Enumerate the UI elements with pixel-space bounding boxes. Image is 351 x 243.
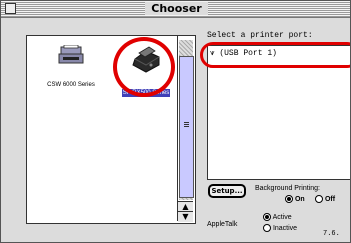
device-label: CSW 6000 Series (47, 82, 95, 88)
version-label: 7.6. (323, 230, 340, 238)
scroll-grip (184, 122, 189, 128)
appletalk-label: AppleTalk (207, 221, 238, 228)
appletalk-inactive[interactable]: Inactive (263, 224, 297, 232)
radio-inactive-icon[interactable] (263, 224, 271, 232)
highlight-circle-port (200, 42, 350, 68)
printer-icon (58, 44, 84, 64)
scroll-down-arrow-icon[interactable]: ▼ (178, 211, 193, 222)
scroll-thumb[interactable] (179, 56, 194, 198)
background-printing-label: Background Printing: (255, 185, 320, 192)
window-title: Chooser (1, 2, 350, 15)
device-item-csw6000[interactable]: CSW 6000 Series (31, 44, 111, 90)
radio-on-icon[interactable] (285, 195, 293, 203)
background-printing-on[interactable]: On (285, 195, 305, 203)
chooser-window: Chooser CSW 6000 Series SP RX500 Series … (0, 0, 351, 243)
radio-off-icon[interactable] (315, 195, 323, 203)
setup-button[interactable]: Setup... (208, 184, 246, 198)
background-printing-off[interactable]: Off (315, 195, 335, 203)
appletalk-active[interactable]: Active (263, 213, 292, 221)
highlight-circle-device (113, 37, 175, 97)
title-bar[interactable]: Chooser (1, 1, 350, 18)
port-label: Select a printer port: (207, 31, 313, 40)
radio-active-icon[interactable] (263, 213, 271, 221)
device-list-scrollbar[interactable]: ▲ ▼ (177, 36, 194, 222)
